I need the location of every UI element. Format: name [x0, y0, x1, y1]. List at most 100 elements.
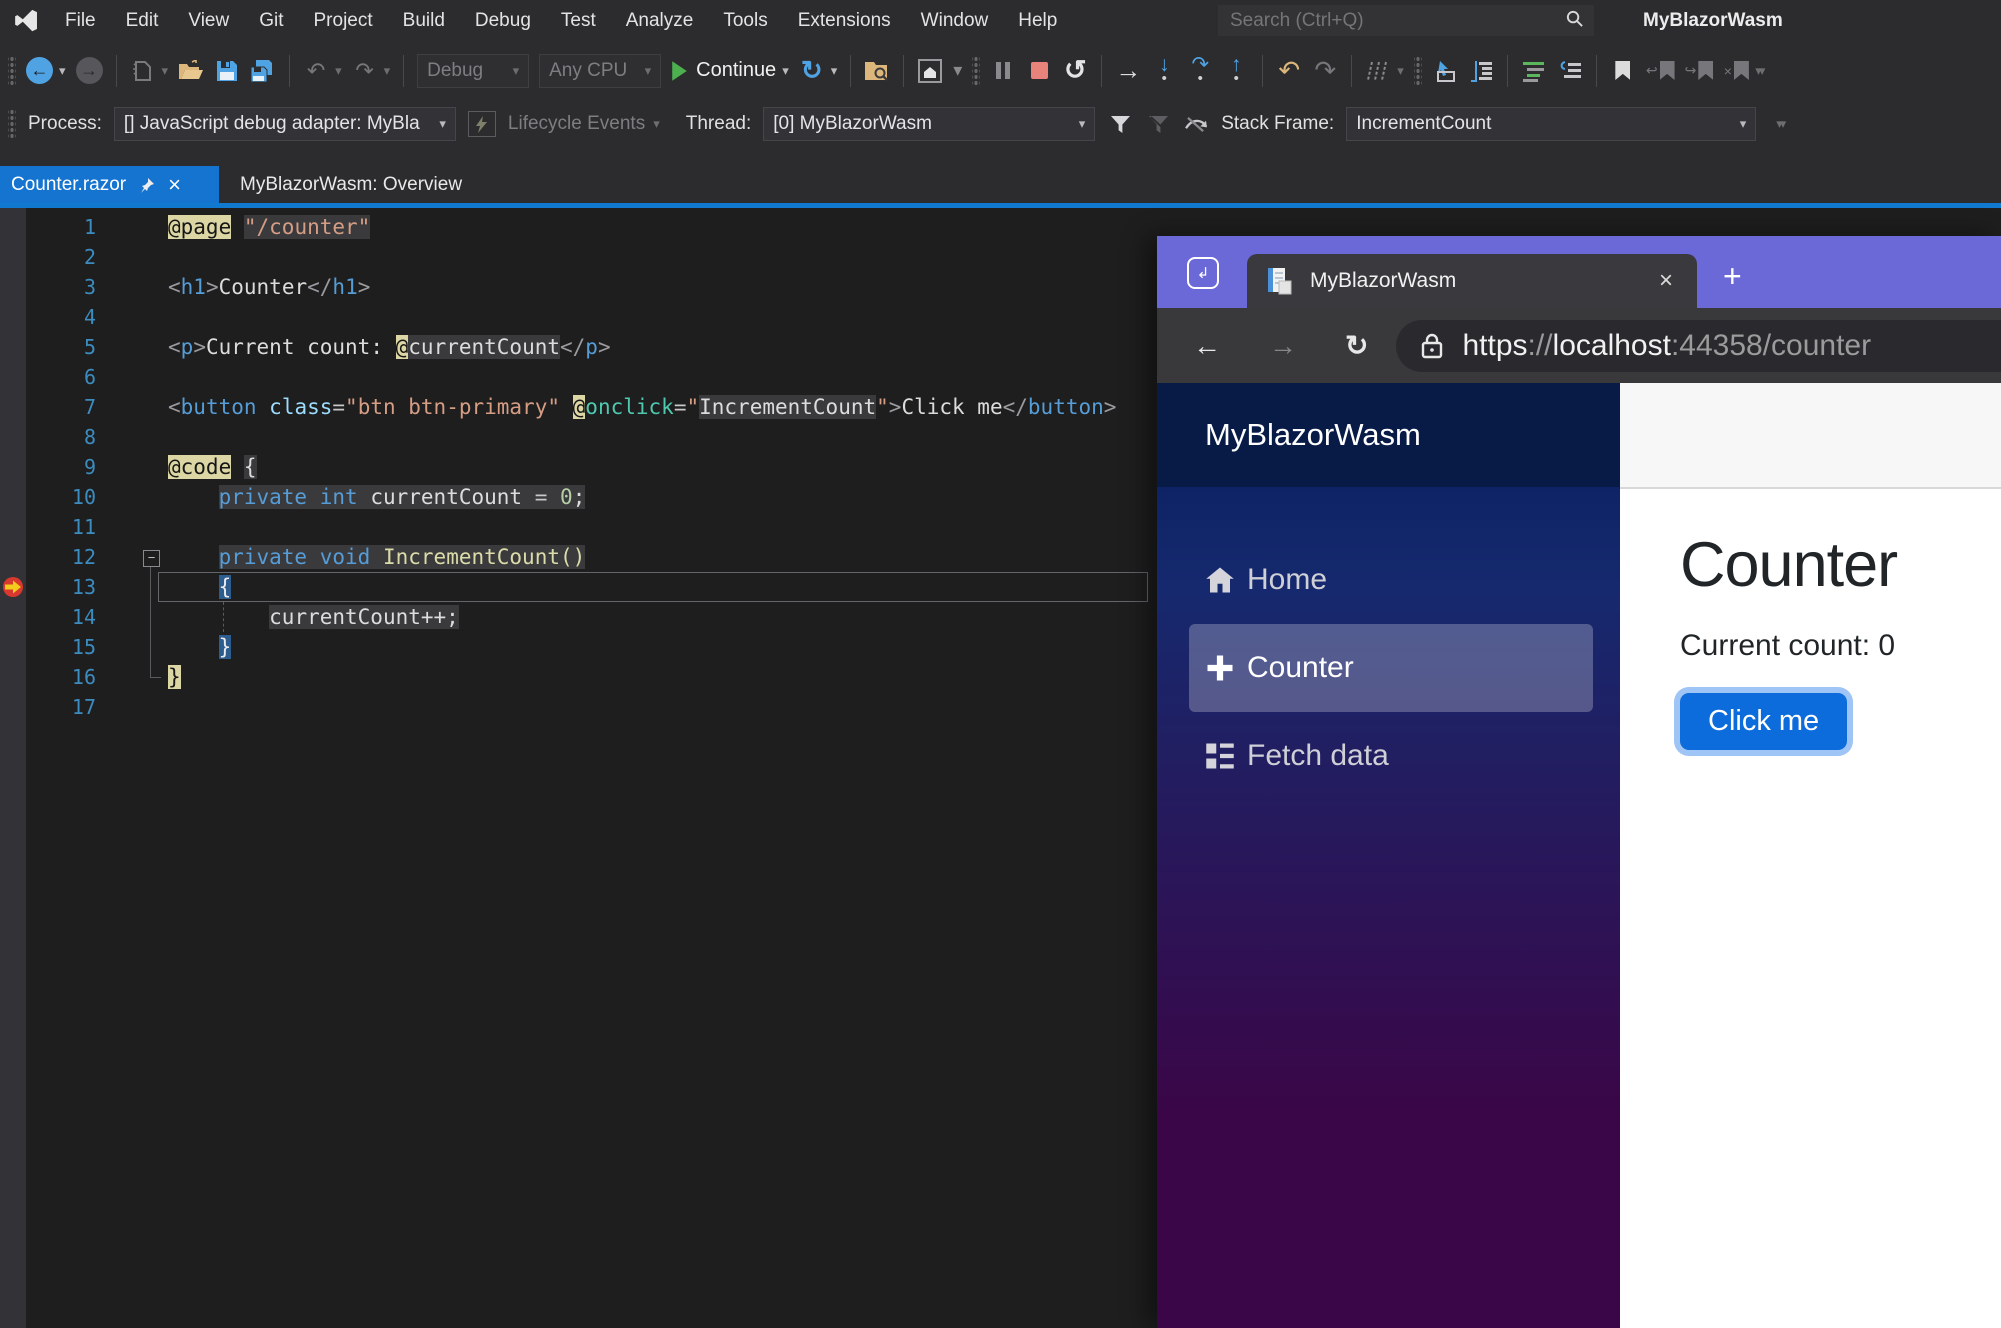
line-number: 7 — [83, 395, 96, 419]
nav-item-home[interactable]: Home — [1157, 536, 1620, 624]
new-caret-icon[interactable]: ▾ — [162, 63, 169, 79]
comment-lines-button[interactable] — [1557, 56, 1583, 86]
show-threads-in-source-button[interactable] — [1183, 109, 1209, 139]
document-outline-button[interactable] — [1468, 56, 1494, 86]
quick-search[interactable] — [1218, 5, 1594, 36]
select-element-button[interactable] — [1432, 56, 1458, 86]
undo-caret-icon[interactable]: ▾ — [335, 63, 342, 79]
clear-bookmarks-button[interactable]: × — [1723, 56, 1749, 86]
format-document-button[interactable] — [1521, 56, 1547, 86]
navigate-forward-button[interactable]: → — [75, 56, 103, 86]
live-visual-tree-button[interactable] — [917, 56, 943, 86]
next-bookmark-button[interactable]: ↪ — [1685, 56, 1714, 86]
browser-forward-icon[interactable]: → — [1269, 330, 1297, 362]
step-out-button[interactable]: ↑ • — [1223, 54, 1249, 86]
solution-platform-dropdown[interactable]: Any CPU ▾ — [539, 53, 662, 88]
debugbar-overflow-icon[interactable]: ▾▾ — [1776, 116, 1786, 132]
nav-item-fetch-data[interactable]: Fetch data — [1157, 712, 1620, 800]
filter-flagged-button[interactable] — [1145, 109, 1171, 139]
redo-button[interactable]: ↷ — [352, 56, 378, 86]
undo-button[interactable]: ↶ — [303, 56, 329, 86]
select-element-icon — [1436, 60, 1455, 82]
menu-window[interactable]: Window — [906, 0, 1004, 41]
pin-icon[interactable] — [139, 177, 155, 193]
close-icon[interactable]: × — [168, 173, 181, 196]
lifecycle-caret-icon[interactable]: ▾ — [653, 116, 660, 132]
filter-icon — [1110, 115, 1130, 133]
step-into-button[interactable]: ↓ • — [1151, 54, 1177, 86]
list-icon — [1205, 742, 1247, 770]
toolbar-grip[interactable] — [8, 56, 16, 85]
redo-edit-button[interactable]: ↷ — [1312, 55, 1338, 86]
minimize-dash-icon: ▾ — [953, 60, 963, 80]
previous-bookmark-button[interactable]: ↩ — [1646, 56, 1675, 86]
apply-caret-icon[interactable]: ▾ — [1397, 63, 1404, 79]
continue-caret-icon[interactable]: ▾ — [782, 63, 789, 79]
restart-button[interactable]: ↺ — [1062, 55, 1088, 86]
menu-file[interactable]: File — [50, 0, 111, 41]
menu-analyze[interactable]: Analyze — [611, 0, 709, 41]
show-next-statement-button[interactable]: → — [1115, 55, 1141, 86]
continue-button[interactable]: Continue — [671, 56, 776, 86]
filter-threads-button[interactable] — [1107, 109, 1133, 139]
hot-reload-button[interactable]: ↻ — [799, 55, 825, 86]
undo-edit-button[interactable]: ↶ — [1276, 55, 1302, 86]
hot-reload-caret-icon[interactable]: ▾ — [831, 63, 838, 79]
stop-debugging-button[interactable] — [1026, 56, 1052, 86]
find-in-files-button[interactable] — [864, 56, 890, 86]
menu-edit[interactable]: Edit — [111, 0, 174, 41]
menu-view[interactable]: View — [173, 0, 244, 41]
toggle-bookmark-button[interactable] — [1610, 56, 1636, 86]
breakpoint-current-statement-icon[interactable] — [2, 576, 24, 598]
line-number: 3 — [83, 275, 96, 299]
collapse-region-toggle[interactable]: − — [143, 550, 160, 567]
stack-frame-dropdown[interactable]: IncrementCount ▾ — [1346, 107, 1757, 141]
new-project-button[interactable] — [130, 56, 156, 86]
process-dropdown[interactable]: [] JavaScript debug adapter: MyBla ▾ — [113, 107, 456, 141]
new-tab-button[interactable]: + — [1723, 258, 1742, 295]
back-history-caret-icon[interactable]: ▾ — [59, 63, 66, 79]
save-button[interactable] — [214, 56, 240, 86]
browser-tab[interactable]: MyBlazorWasm × — [1247, 254, 1697, 308]
search-input[interactable] — [1218, 8, 1565, 33]
toolbar-grip[interactable] — [972, 56, 981, 85]
click-me-button[interactable]: Click me — [1680, 693, 1848, 750]
filter-dim-icon — [1148, 115, 1168, 133]
workspaces-icon[interactable]: ↲ — [1187, 257, 1219, 289]
toolbar-grip[interactable] — [1413, 56, 1422, 85]
vs-menubar: File Edit View Git Project Build Debug T… — [0, 0, 2001, 41]
lifecycle-events-button[interactable]: Lifecycle Events — [508, 113, 645, 135]
find-in-files-icon — [865, 61, 889, 81]
app-brand[interactable]: MyBlazorWasm — [1157, 383, 1620, 487]
open-file-button[interactable] — [178, 56, 204, 86]
line-number: 17 — [71, 695, 96, 719]
menu-build[interactable]: Build — [388, 0, 460, 41]
browser-refresh-icon[interactable]: ↻ — [1345, 329, 1368, 362]
solution-config-dropdown[interactable]: Debug ▾ — [417, 53, 530, 88]
forward-icon: → — [75, 57, 103, 84]
menu-project[interactable]: Project — [299, 0, 388, 41]
redo-caret-icon[interactable]: ▾ — [384, 63, 391, 79]
tab-close-icon[interactable]: × — [1651, 267, 1681, 295]
save-all-button[interactable] — [250, 56, 276, 86]
step-over-button[interactable]: ↷ • — [1187, 54, 1213, 86]
browser-back-icon[interactable]: ← — [1193, 330, 1221, 362]
apply-code-changes-button[interactable] — [1365, 56, 1391, 86]
break-all-button[interactable] — [990, 56, 1016, 86]
address-bar[interactable]: https://localhost:44358/counter — [1396, 319, 2001, 372]
lifecycle-events-icon — [467, 111, 496, 137]
thread-dropdown[interactable]: [0] MyBlazorWasm ▾ — [763, 107, 1096, 141]
menu-tools[interactable]: Tools — [708, 0, 782, 41]
menu-help[interactable]: Help — [1003, 0, 1072, 41]
menu-test[interactable]: Test — [546, 0, 611, 41]
browser-tab-strip: ↲ MyBlazorWasm × + — [1157, 236, 2001, 308]
menu-debug[interactable]: Debug — [460, 0, 546, 41]
tab-counter-razor[interactable]: Counter.razor × — [0, 166, 219, 203]
tab-overview[interactable]: MyBlazorWasm: Overview — [240, 166, 462, 203]
nav-item-counter[interactable]: Counter — [1189, 624, 1593, 712]
menu-git[interactable]: Git — [244, 0, 298, 41]
navigate-back-button[interactable]: ← — [26, 56, 53, 86]
toolbar-grip[interactable] — [8, 110, 16, 138]
toolbar-overflow-icon[interactable]: ▾▾ — [1755, 63, 1765, 79]
menu-extensions[interactable]: Extensions — [783, 0, 906, 41]
